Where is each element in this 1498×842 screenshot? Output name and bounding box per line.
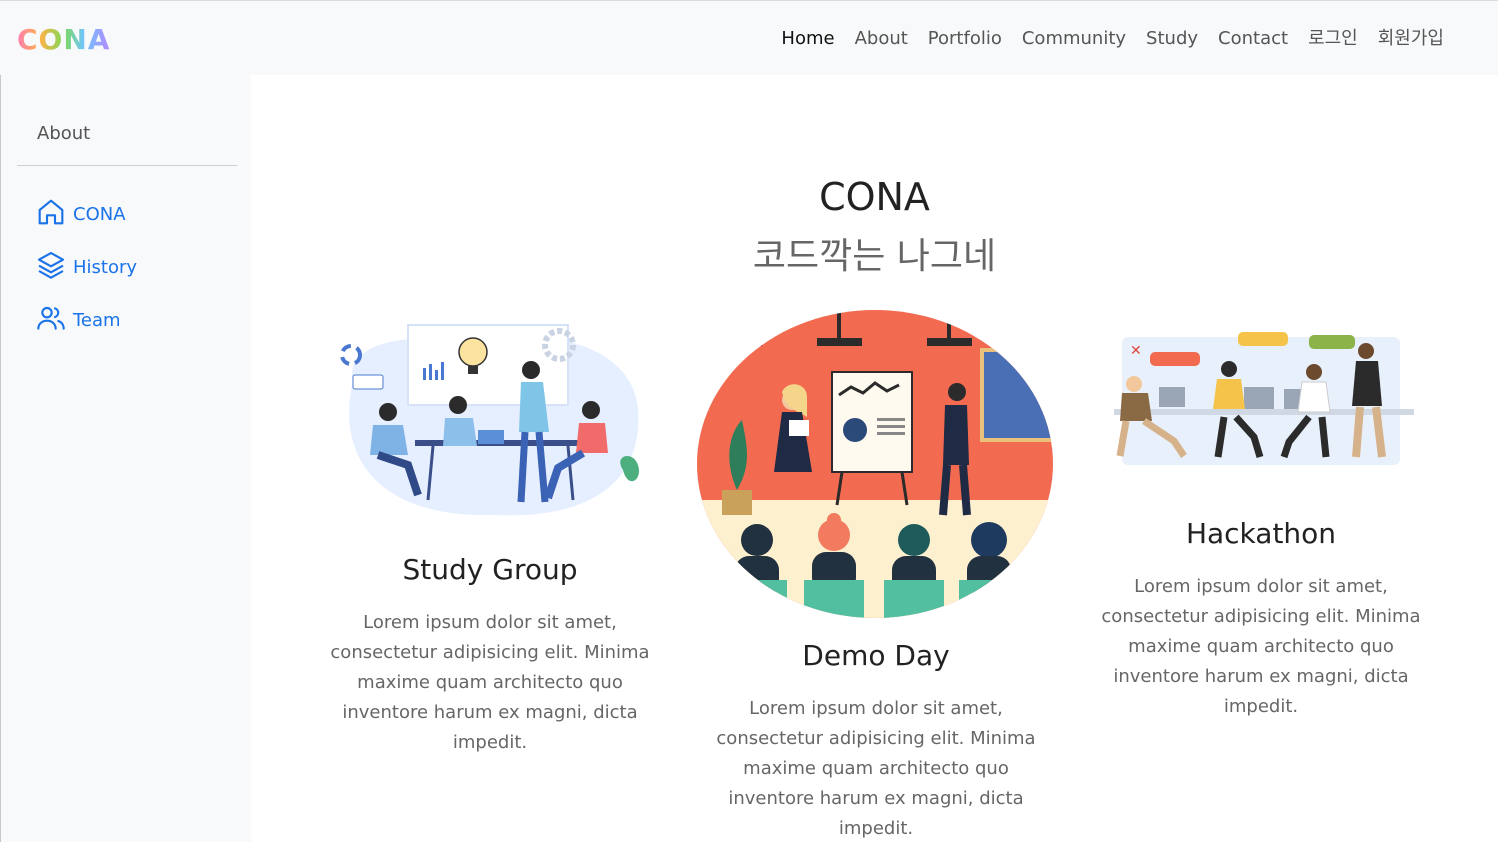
- study-group-illustration: [333, 320, 645, 520]
- page-subtitle: 코드깍는 나그네: [752, 236, 997, 277]
- card-title: Study Group: [402, 553, 578, 586]
- sidebar-title: About: [37, 123, 91, 144]
- page-title: CONA: [819, 175, 930, 219]
- sidebar-item-label: Team: [73, 310, 121, 331]
- card-hackathon: Hackathon Lorem ipsum dolor sit amet, co…: [1091, 517, 1431, 722]
- svg-text:✕: ✕: [1130, 343, 1142, 359]
- top-navbar: CONA Home About Portfolio Community Stud…: [0, 0, 1498, 75]
- sidebar-item-cona[interactable]: CONA: [35, 196, 126, 233]
- nav-home-link[interactable]: Home: [771, 27, 844, 51]
- nav-contact-link[interactable]: Contact: [1208, 27, 1298, 51]
- nav-community-link[interactable]: Community: [1012, 27, 1136, 51]
- card-demo-day: Demo Day Lorem ipsum dolor sit amet, con…: [706, 639, 1046, 842]
- hackathon-illustration: ✕: [1104, 327, 1420, 477]
- card-text: Lorem ipsum dolor sit amet, consectetur …: [330, 612, 650, 753]
- sidebar: About CONA History Team: [0, 75, 251, 842]
- card-text: Lorem ipsum dolor sit amet, consectetur …: [716, 698, 1036, 839]
- sidebar-item-team[interactable]: Team: [35, 302, 121, 339]
- demo-day-illustration: [697, 310, 1053, 618]
- card-study-group: Study Group Lorem ipsum dolor sit amet, …: [320, 553, 660, 758]
- nav-study-link[interactable]: Study: [1136, 27, 1208, 51]
- nav-portfolio-link[interactable]: Portfolio: [918, 27, 1012, 51]
- card-title: Demo Day: [802, 639, 950, 672]
- layers-icon: [35, 249, 67, 286]
- main-content: CONA 코드깍는 나그네 Study Group Lorem ipsum do…: [251, 75, 1498, 842]
- sidebar-item-label: CONA: [73, 204, 126, 225]
- sidebar-item-label: History: [73, 257, 138, 278]
- nav-login-link[interactable]: 로그인: [1298, 27, 1368, 51]
- sidebar-divider: [17, 165, 237, 166]
- users-icon: [35, 302, 67, 339]
- nav-signup-link[interactable]: 회원가입: [1368, 27, 1454, 51]
- home-icon: [35, 196, 67, 233]
- brand-logo[interactable]: CONA: [17, 23, 110, 56]
- main-nav: Home About Portfolio Community Study Con…: [771, 27, 1454, 51]
- nav-about-link[interactable]: About: [845, 27, 918, 51]
- card-title: Hackathon: [1185, 517, 1337, 550]
- sidebar-item-history[interactable]: History: [35, 249, 137, 286]
- card-text: Lorem ipsum dolor sit amet, consectetur …: [1101, 576, 1421, 717]
